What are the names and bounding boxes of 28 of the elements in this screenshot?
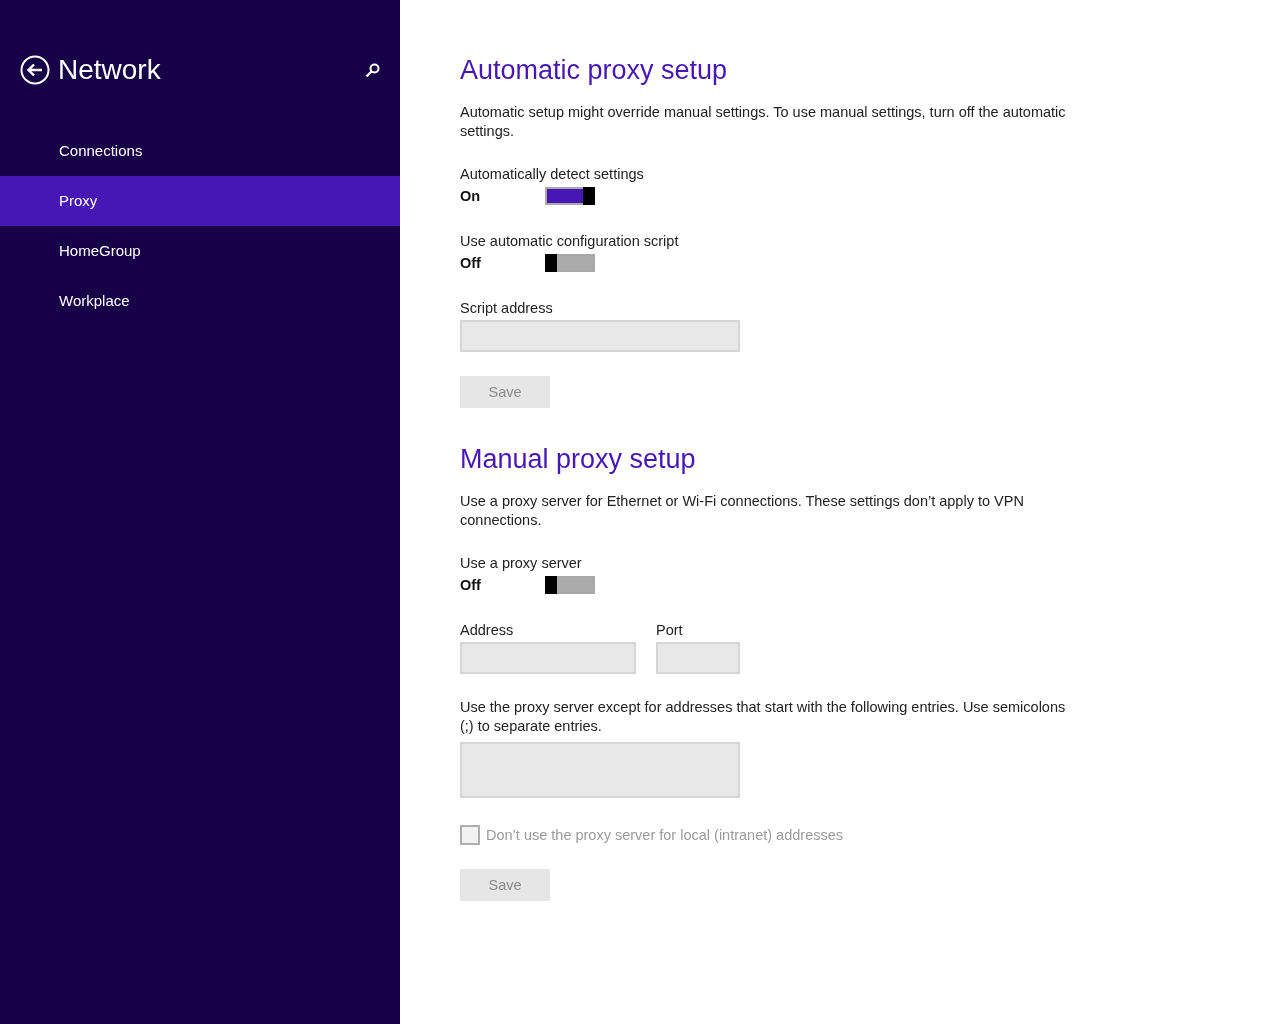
toggle-label: Automatically detect settings [460, 165, 645, 184]
input-field[interactable] [656, 642, 740, 674]
toggle-label: Use automatic configuration script [460, 232, 680, 251]
back-icon[interactable] [20, 55, 50, 85]
toggle-switch[interactable] [545, 576, 595, 594]
toggle-switch[interactable] [545, 254, 595, 272]
field-label: Script address [460, 299, 554, 318]
toggle-switch[interactable] [545, 187, 595, 205]
input-field[interactable] [460, 320, 740, 352]
toggle-state: Off [460, 255, 482, 271]
toggle-label: Use a proxy server [460, 554, 583, 573]
input-field[interactable] [460, 642, 636, 674]
checkbox-label: Don’t use the proxy server for local (intranet) addresses [486, 827, 844, 843]
section-title: Manual proxy setup [460, 443, 697, 476]
nav-item[interactable]: Workplace [0, 276, 400, 326]
nav-item[interactable]: HomeGroup [0, 226, 400, 276]
toggle-state: On [460, 188, 482, 204]
field-label: Address [460, 621, 515, 640]
section-description: Use a proxy server for Ethernet or Wi-Fi connections. These settings don’t apply to VPN connections. [460, 492, 1025, 530]
page-title: Network [58, 54, 162, 86]
section-description: Automatic setup might override manual settings. To use manual settings, turn off the automatic settings. [460, 103, 1067, 141]
nav-item[interactable]: Proxy [0, 176, 400, 226]
search-icon[interactable] [365, 62, 380, 78]
section-title: Automatic proxy setup [460, 54, 729, 87]
nav-item[interactable]: Connections [0, 126, 400, 176]
field-label: Port [656, 621, 684, 640]
toggle-state: Off [460, 577, 482, 593]
field-label: Use the proxy server except for addresses that start with the following entries. Use semicolons (;) to separate entries. [460, 698, 1067, 736]
